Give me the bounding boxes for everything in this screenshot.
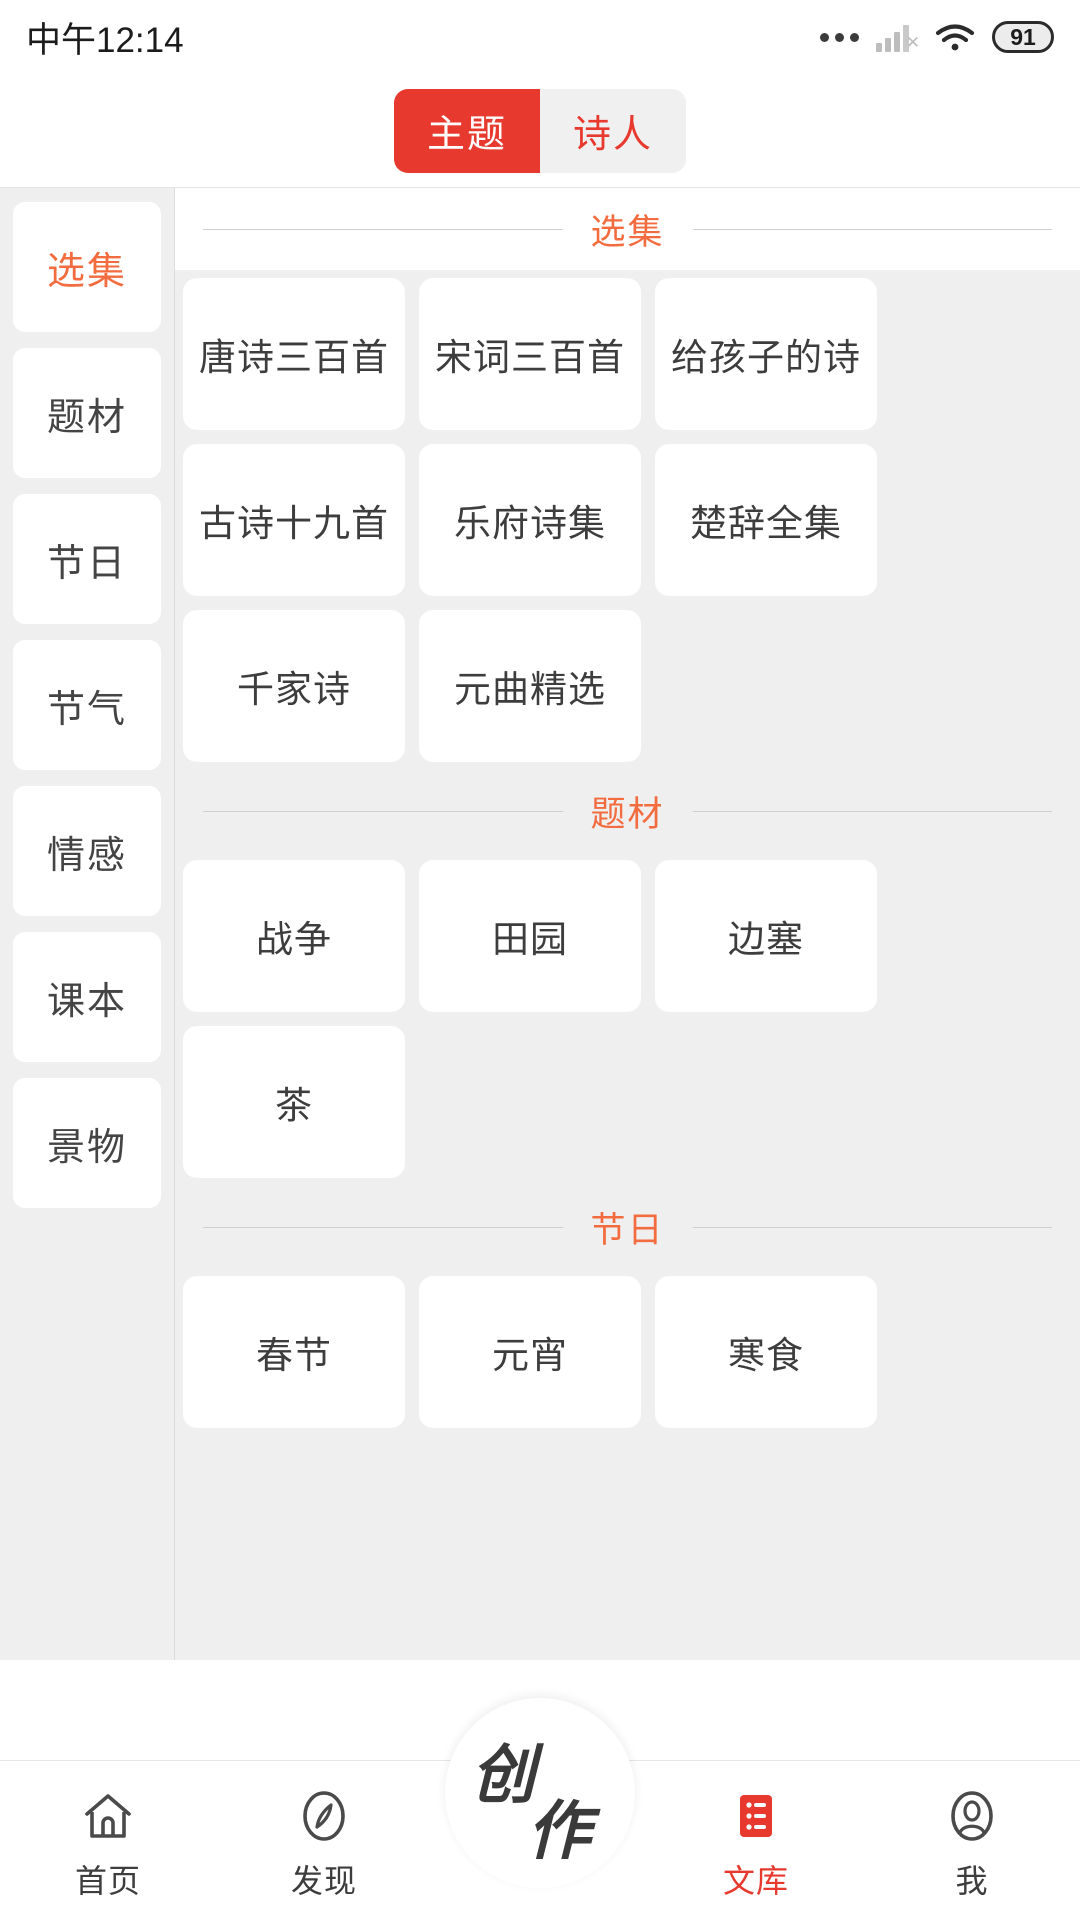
card-item[interactable]: 宋词三百首 [419,278,641,430]
card-item[interactable]: 给孩子的诗 [655,278,877,430]
sidebar-item-ticai[interactable]: 题材 [13,348,161,478]
cellular-signal-off-icon: ✕ [876,22,918,52]
sidebar-item-keben[interactable]: 课本 [13,932,161,1062]
divider-line-right [693,229,1053,230]
card-item[interactable]: 元宵 [419,1276,641,1428]
list-icon [728,1788,784,1844]
card-item[interactable]: 元曲精选 [419,610,641,762]
divider-line-left [203,229,563,230]
create-char-1: 创 [471,1724,535,1816]
sidebar-item-jieqi[interactable]: 节气 [13,640,161,770]
status-time: 中午12:14 [26,12,184,63]
section-title: 节日 [563,1202,693,1253]
card-item[interactable]: 战争 [183,860,405,1012]
divider-line-right [693,1227,1053,1228]
card-item[interactable]: 千家诗 [183,610,405,762]
section-title: 题材 [563,786,693,837]
tab-theme[interactable]: 主题 [394,89,540,173]
person-icon [944,1788,1000,1844]
nav-item-home[interactable]: 首页 [0,1761,216,1921]
nav-label: 文库 [723,1856,789,1902]
battery-level: 91 [1010,26,1036,49]
divider-line-left [203,1227,563,1228]
sidebar-item-jingwu[interactable]: 景物 [13,1078,161,1208]
category-sidebar[interactable]: 选集 题材 节日 节气 情感 课本 景物 [0,188,175,1660]
battery-icon: 91 [992,21,1054,53]
nav-label: 发现 [291,1856,357,1902]
card-grid-jieri: 春节 元宵 寒食 [175,1268,1080,1436]
card-item[interactable]: 唐诗三百首 [183,278,405,430]
card-item[interactable]: 乐府诗集 [419,444,641,596]
wifi-icon [935,22,975,52]
section-title: 选集 [563,204,693,255]
nav-item-library[interactable]: 文库 [648,1761,864,1921]
nav-label: 我 [955,1856,988,1902]
card-item[interactable]: 寒食 [655,1276,877,1428]
segmented-control[interactable]: 主题 诗人 [394,89,686,173]
card-item[interactable]: 田园 [419,860,641,1012]
card-item[interactable]: 楚辞全集 [655,444,877,596]
create-char-2: 作 [527,1780,591,1872]
content-scroll-area[interactable]: 选集 唐诗三百首 宋词三百首 给孩子的诗 古诗十九首 乐府诗集 楚辞全集 千家诗… [175,188,1080,1660]
tab-poet[interactable]: 诗人 [540,89,686,173]
divider-line-left [203,811,563,812]
card-item[interactable]: 茶 [183,1026,405,1178]
section-header-jieri: 节日 [175,1186,1080,1268]
card-item[interactable]: 古诗十九首 [183,444,405,596]
status-bar: 中午12:14 ✕ 91 [0,0,1080,74]
divider-line-right [693,811,1053,812]
compass-icon [296,1788,352,1844]
status-icons: ✕ 91 [820,21,1054,53]
top-tab-bar: 主题 诗人 [0,74,1080,187]
card-item[interactable]: 春节 [183,1276,405,1428]
section-header-ticai: 题材 [175,770,1080,852]
card-grid-xuanji: 唐诗三百首 宋词三百首 给孩子的诗 古诗十九首 乐府诗集 楚辞全集 千家诗 元曲… [175,270,1080,770]
create-label: 创 作 [465,1718,615,1868]
more-dots-icon [820,33,859,42]
nav-item-discover[interactable]: 发现 [216,1761,432,1921]
sidebar-item-qinggan[interactable]: 情感 [13,786,161,916]
nav-label: 首页 [75,1856,141,1902]
home-icon [80,1788,136,1844]
card-grid-ticai: 战争 田园 边塞 茶 [175,852,1080,1186]
card-item[interactable]: 边塞 [655,860,877,1012]
main-body: 选集 题材 节日 节气 情感 课本 景物 选集 唐诗三百首 宋词三百首 给孩子的… [0,187,1080,1660]
create-button[interactable]: 创 作 [445,1698,635,1888]
section-header-xuanji: 选集 [175,188,1080,270]
sidebar-item-jieri[interactable]: 节日 [13,494,161,624]
sidebar-item-xuanji[interactable]: 选集 [13,202,161,332]
nav-item-profile[interactable]: 我 [864,1761,1080,1921]
